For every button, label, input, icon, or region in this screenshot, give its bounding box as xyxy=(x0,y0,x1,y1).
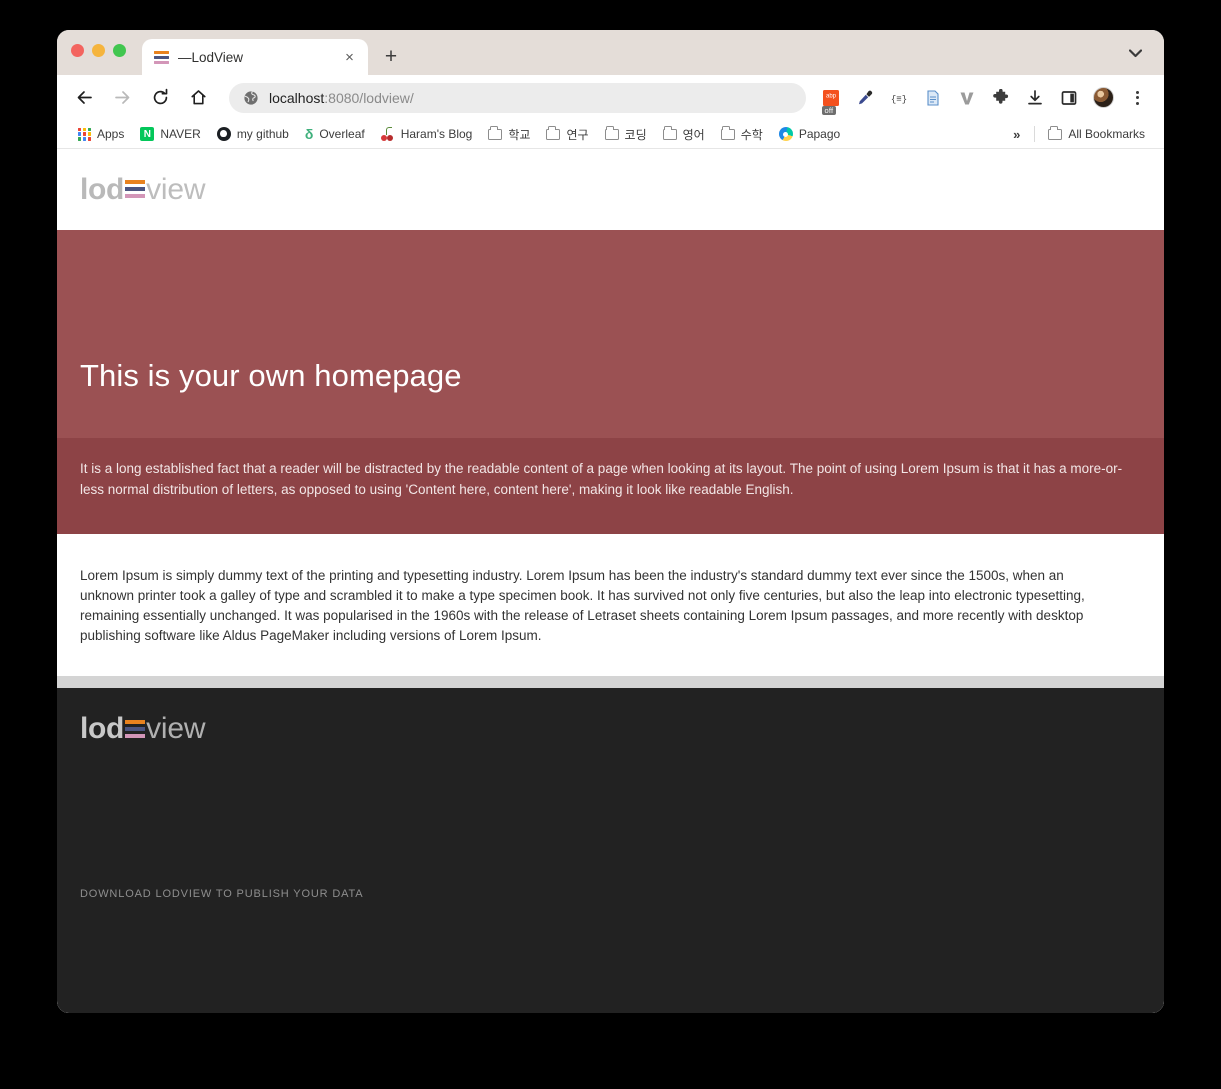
tab-strip: —LodView × + xyxy=(57,30,1164,75)
cherry-icon xyxy=(380,127,395,141)
all-bookmarks-label: All Bookmarks xyxy=(1068,127,1145,141)
bookmark-folder-coding[interactable]: 코딩 xyxy=(598,123,654,145)
bookmarks-bar: Apps N NAVER my github δ Overleaf Haram'… xyxy=(57,120,1164,149)
reader-mode-icon[interactable] xyxy=(919,84,947,112)
svg-text:{≡}: {≡} xyxy=(891,94,907,104)
hero-subtext-band: It is a long established fact that a rea… xyxy=(57,438,1164,534)
svg-text:abp: abp xyxy=(826,93,837,99)
logo-text-lod: lod xyxy=(80,172,125,206)
adblock-off-badge: off xyxy=(822,105,836,115)
tab-title: —LodView xyxy=(178,49,244,65)
minimize-window-button[interactable] xyxy=(92,44,105,57)
lodview-logo-header[interactable]: lod view xyxy=(80,172,206,207)
bookmark-label: Apps xyxy=(97,127,125,141)
bookmark-label: 영어 xyxy=(682,127,705,142)
bookmark-overleaf[interactable]: δ Overleaf xyxy=(298,123,372,145)
github-icon xyxy=(216,127,231,141)
back-button[interactable] xyxy=(68,82,100,114)
new-tab-button[interactable]: + xyxy=(376,41,406,71)
url-path: :8080/lodview/ xyxy=(324,89,414,106)
bookmark-label: my github xyxy=(236,127,289,141)
body-paragraph: Lorem Ipsum is simply dummy text of the … xyxy=(80,568,1085,643)
overleaf-icon: δ xyxy=(304,126,314,142)
all-bookmarks-button[interactable]: All Bookmarks xyxy=(1041,123,1152,145)
home-button[interactable] xyxy=(182,82,214,114)
bookmark-label: 연구 xyxy=(566,127,589,142)
logo-bars-icon xyxy=(125,719,146,739)
profile-avatar-icon[interactable] xyxy=(1089,84,1117,112)
bookmark-harams-blog[interactable]: Haram's Blog xyxy=(374,123,480,145)
folder-icon xyxy=(604,126,619,140)
lodview-favicon xyxy=(154,50,169,65)
page-title: This is your own homepage xyxy=(80,358,462,393)
section-divider xyxy=(57,676,1164,688)
bookmark-folder-research[interactable]: 연구 xyxy=(539,123,595,145)
download-lodview-link[interactable]: DOWNLOAD LODVIEW TO PUBLISH YOUR DATA xyxy=(80,888,363,900)
body-content-section: Lorem Ipsum is simply dummy text of the … xyxy=(57,534,1164,676)
bookmark-naver[interactable]: N NAVER xyxy=(133,123,207,145)
chevron-down-icon[interactable] xyxy=(1122,40,1148,66)
bookmark-label: Overleaf xyxy=(319,127,365,141)
bookmark-label: 수학 xyxy=(740,127,763,142)
vimium-extension-icon[interactable] xyxy=(953,84,981,112)
close-tab-icon[interactable]: × xyxy=(341,49,358,66)
lodview-logo-footer[interactable]: lod view xyxy=(80,712,1141,746)
page-viewport: lod view This is your own homepage It is… xyxy=(57,149,1164,1013)
bookmarks-bar-right: » All Bookmarks xyxy=(1005,123,1154,145)
globe-icon xyxy=(243,90,259,106)
divider xyxy=(1034,126,1036,142)
logo-text-view: view xyxy=(146,712,206,745)
bookmarks-overflow-icon[interactable]: » xyxy=(1005,127,1028,142)
bookmark-label: 학교 xyxy=(508,127,531,142)
bookmark-apps[interactable]: Apps xyxy=(71,123,131,145)
apps-grid-icon xyxy=(78,127,91,141)
window-traffic-lights xyxy=(71,30,142,75)
toolbar-icons: abp off {≡} xyxy=(814,84,1154,115)
bookmark-papago[interactable]: Papago xyxy=(772,123,847,145)
adblock-extension-icon[interactable]: abp off xyxy=(817,84,845,115)
bookmark-folder-school[interactable]: 학교 xyxy=(481,123,537,145)
hero-subtext: It is a long established fact that a rea… xyxy=(80,461,1123,497)
logo-bars-icon xyxy=(125,180,146,199)
folder-icon xyxy=(546,126,561,140)
papago-icon xyxy=(778,127,793,141)
folder-icon xyxy=(720,126,735,140)
bookmark-folder-english[interactable]: 영어 xyxy=(656,123,712,145)
browser-toolbar: localhost:8080/lodview/ abp off {≡} xyxy=(57,75,1164,120)
site-footer: lod view DOWNLOAD LODVIEW TO PUBLISH YOU… xyxy=(57,688,1164,1013)
reload-button[interactable] xyxy=(144,82,176,114)
downloads-icon[interactable] xyxy=(1021,84,1049,112)
chrome-menu-kebab-icon[interactable] xyxy=(1123,84,1151,112)
bookmark-label: NAVER xyxy=(160,127,201,141)
hero-banner: This is your own homepage xyxy=(57,230,1164,438)
logo-text-view: view xyxy=(146,172,206,206)
address-bar-url: localhost:8080/lodview/ xyxy=(269,90,414,106)
address-bar[interactable]: localhost:8080/lodview/ xyxy=(229,82,806,113)
side-panel-icon[interactable] xyxy=(1055,84,1083,112)
folder-icon xyxy=(1048,126,1063,140)
folder-icon xyxy=(662,126,677,140)
naver-icon: N xyxy=(140,127,155,141)
bookmark-label: Papago xyxy=(798,127,841,141)
avatar xyxy=(1092,87,1114,108)
site-header: lod view xyxy=(57,149,1164,230)
bookmark-label: 코딩 xyxy=(624,127,647,142)
bookmark-folder-math[interactable]: 수학 xyxy=(714,123,770,145)
logo-text-lod: lod xyxy=(80,712,125,745)
bookmark-my-github[interactable]: my github xyxy=(210,123,296,145)
maximize-window-button[interactable] xyxy=(113,44,126,57)
browser-window: —LodView × + localhost:8080/lodview/ abp… xyxy=(57,30,1164,1013)
forward-button[interactable] xyxy=(106,82,138,114)
puzzle-extensions-icon[interactable] xyxy=(987,84,1015,112)
json-viewer-extension-icon[interactable]: {≡} xyxy=(885,84,913,112)
eyedropper-extension-icon[interactable] xyxy=(851,84,879,112)
close-window-button[interactable] xyxy=(71,44,84,57)
bookmark-label: Haram's Blog xyxy=(400,127,473,141)
folder-icon xyxy=(488,126,503,140)
url-host: localhost xyxy=(269,89,325,106)
browser-tab[interactable]: —LodView × xyxy=(142,39,368,75)
